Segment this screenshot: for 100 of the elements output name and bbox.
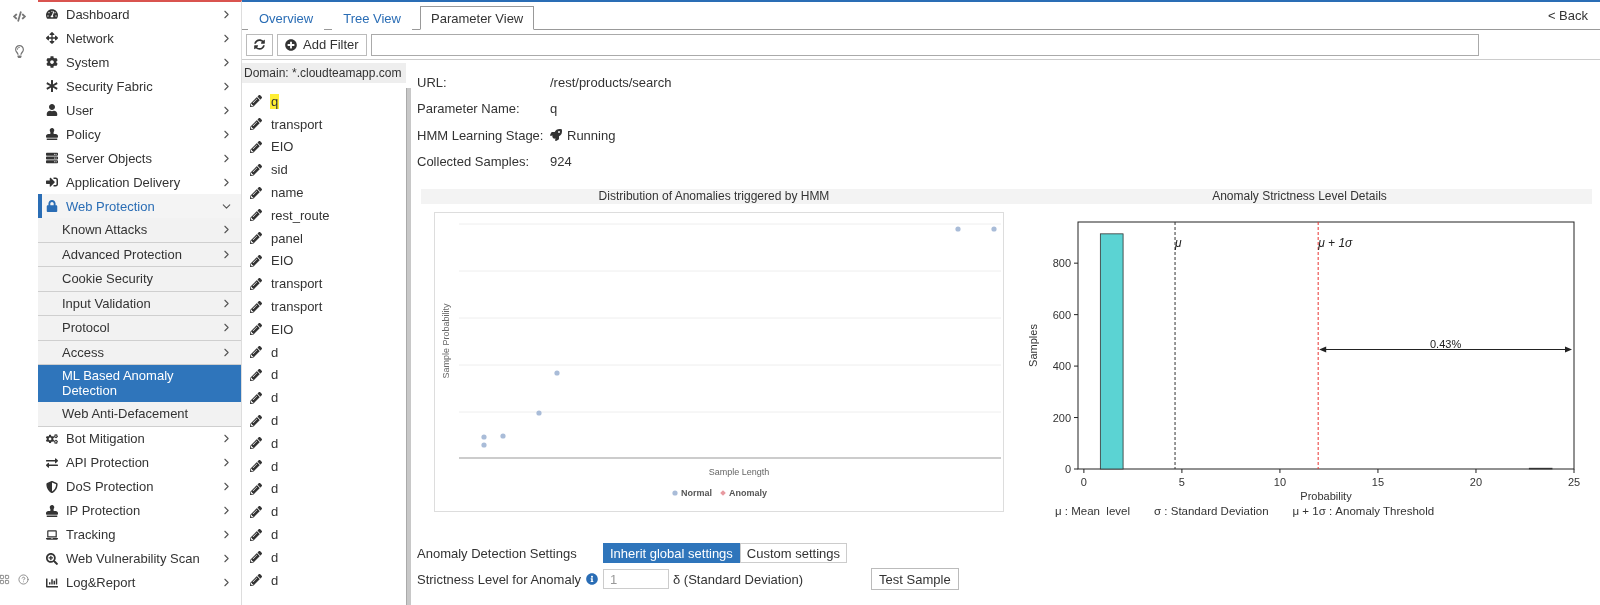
submenu-item[interactable]: Advanced Protection	[38, 242, 241, 267]
parameter-item[interactable]: EIO	[242, 317, 406, 341]
pencil-icon	[250, 505, 262, 518]
tick-label: 25	[1567, 476, 1581, 488]
back-link[interactable]: < Back	[1547, 8, 1588, 23]
histogram-bar	[1528, 467, 1553, 470]
laptop-icon	[46, 528, 58, 541]
arrow-label: 0.43%	[1430, 337, 1462, 350]
parameter-item[interactable]: EIO	[242, 135, 406, 159]
pencil-icon	[250, 209, 262, 222]
pencil-icon	[250, 163, 262, 176]
tick-label: 400	[1052, 360, 1071, 373]
parameter-item[interactable]: d	[242, 477, 406, 501]
menu-item[interactable]: Network	[38, 26, 241, 50]
parameter-item[interactable]: d	[242, 454, 406, 478]
parameter-item[interactable]: rest_route	[242, 204, 406, 227]
tick-label: 600	[1052, 308, 1071, 321]
menu-item[interactable]: Web Protection	[38, 194, 241, 218]
lightbulb-icon[interactable]	[12, 45, 26, 58]
submenu-item[interactable]: ML Based Anomaly Detection	[38, 365, 241, 402]
legend-note: μ : Mean level	[1055, 505, 1131, 517]
menu-item[interactable]: Log&Report	[38, 570, 241, 595]
field-value: /rest/products/search	[550, 73, 673, 92]
menu-item[interactable]: Security Fabric	[38, 74, 241, 98]
stamp-icon	[46, 504, 58, 517]
menu-item[interactable]: Dashboard	[38, 2, 241, 26]
parameter-item[interactable]: EIO	[242, 249, 406, 273]
menu-item[interactable]: Bot Mitigation	[38, 426, 241, 451]
bar-chart-icon	[46, 576, 58, 589]
menu-item[interactable]: System	[38, 50, 241, 74]
menu-item[interactable]: User	[38, 98, 241, 122]
pencil-icon	[250, 277, 262, 290]
filter-field[interactable]	[370, 33, 1479, 56]
legend-label: Normal	[681, 488, 712, 498]
submenu-item[interactable]: Web Anti-Defacement	[38, 402, 241, 427]
pencil-icon	[250, 254, 262, 267]
add-filter-button[interactable]: Add Filter	[277, 33, 367, 56]
field-value: q	[550, 100, 559, 119]
parameter-item[interactable]: d	[242, 500, 406, 524]
user-icon	[46, 104, 58, 116]
refresh-button[interactable]	[246, 33, 273, 56]
parameter-item[interactable]: transport	[242, 295, 406, 318]
parameter-item[interactable]: sid	[242, 158, 406, 182]
field-label: Parameter Name:	[417, 100, 521, 119]
parameter-item[interactable]: transport	[242, 272, 406, 296]
parameter-item[interactable]: name	[242, 181, 406, 204]
code-icon[interactable]	[12, 10, 26, 23]
menu-item[interactable]: IP Protection	[38, 498, 241, 523]
pencil-icon	[250, 323, 262, 336]
menu-item[interactable]: Server Objects	[38, 146, 241, 170]
field-value: 924	[550, 153, 573, 172]
parameter-item[interactable]: d	[242, 431, 406, 455]
menu-item[interactable]: Tracking	[38, 522, 241, 547]
arrows-icon	[46, 32, 58, 44]
submenu-item[interactable]: Cookie Security	[38, 267, 241, 292]
setting-label: Anomaly Detection Settings	[417, 545, 578, 561]
submenu-item[interactable]: Protocol	[38, 316, 241, 341]
pencil-icon	[250, 574, 262, 587]
sparkle-icon	[46, 80, 58, 92]
submenu-item[interactable]: Known Attacks	[38, 218, 241, 243]
menu-item[interactable]: DoS Protection	[38, 474, 241, 499]
legend-note: μ + 1σ : Anomaly Threshold	[1292, 505, 1435, 517]
shield-icon	[46, 480, 58, 493]
parameter-item[interactable]: q	[242, 90, 406, 113]
grid-icon[interactable]	[0, 574, 10, 585]
parameter-item[interactable]: panel	[242, 226, 406, 250]
axis-title: Sample Probability	[441, 303, 451, 379]
parameter-item[interactable]: d	[242, 340, 406, 364]
pencil-icon	[250, 186, 262, 199]
exchange-icon	[46, 456, 58, 469]
submenu-item[interactable]: Input Validation	[38, 291, 241, 316]
help-icon[interactable]	[18, 574, 29, 585]
parameter-item[interactable]: transport	[242, 112, 406, 136]
mode-toggle[interactable]: Custom settings	[739, 543, 848, 563]
parameter-item[interactable]: d	[242, 409, 406, 432]
parameter-item[interactable]: d	[242, 386, 406, 410]
parameter-item[interactable]: d	[242, 363, 406, 387]
pencil-icon	[250, 414, 262, 427]
tab[interactable]: Parameter View	[420, 6, 535, 30]
test-sample-button[interactable]: Test Sample	[871, 568, 959, 590]
lock-icon	[46, 200, 58, 212]
menu-item[interactable]: API Protection	[38, 450, 241, 475]
pencil-icon	[250, 232, 262, 245]
menu-item[interactable]: Policy	[38, 122, 241, 146]
info-icon[interactable]	[586, 573, 599, 585]
unit-label: δ (Standard Deviation)	[673, 571, 804, 587]
gears-icon	[46, 432, 58, 445]
reference-label: μ	[1175, 236, 1182, 250]
menu-item[interactable]: Web Vulnerability Scan	[38, 546, 241, 571]
chart-title: Distribution of Anomalies triggered by HMM	[421, 189, 1007, 204]
plus-icon	[285, 38, 297, 51]
parameter-item[interactable]: d	[242, 523, 406, 546]
tick-label: 800	[1052, 257, 1071, 270]
parameter-item[interactable]: d	[242, 545, 406, 569]
submenu-item[interactable]: Access	[38, 340, 241, 365]
tick-label: 5	[1178, 476, 1185, 488]
parameter-item[interactable]: d	[242, 568, 406, 592]
menu-item[interactable]: Application Delivery	[38, 170, 241, 194]
stamp-icon	[46, 128, 58, 140]
mode-toggle[interactable]: Inherit global settings	[603, 543, 740, 563]
